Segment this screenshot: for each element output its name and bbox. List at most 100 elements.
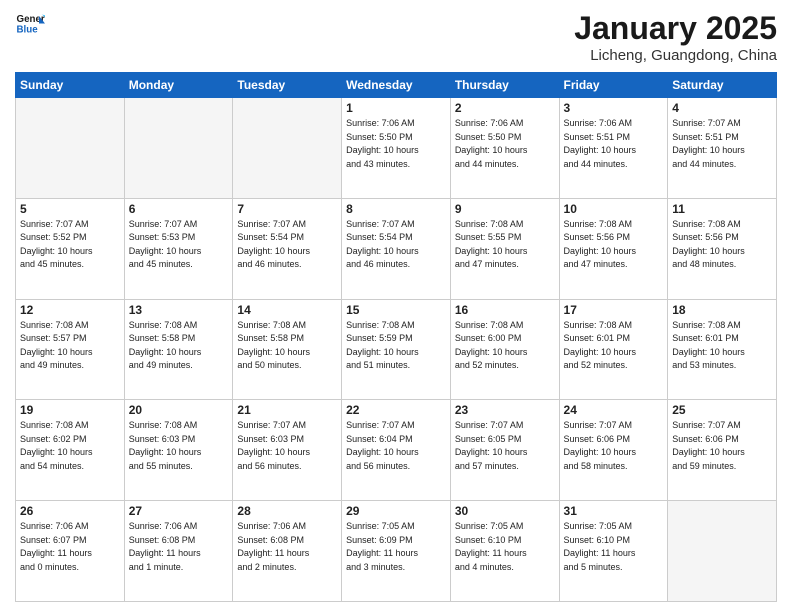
calendar-cell-w2-d4: 8 Sunrise: 7:07 AMSunset: 5:54 PMDaylight… bbox=[342, 198, 451, 299]
day-number: 12 bbox=[20, 303, 120, 317]
calendar-cell-w3-d4: 15Sunrise: 7:08 AMSunset: 5:59 PMDayligh… bbox=[342, 299, 451, 400]
day-number: 27 bbox=[129, 504, 229, 518]
header-saturday: Saturday bbox=[668, 73, 777, 98]
calendar-cell-w4-d5: 23 Sunrise: 7:07 AMSunset: 6:05 PMDayligh… bbox=[450, 400, 559, 501]
day-info: Sunrise: 7:07 AMSunset: 5:52 PMDaylight:… bbox=[20, 218, 120, 272]
day-info: Sunrise: 7:08 AMSunset: 5:55 PMDaylight:… bbox=[455, 218, 555, 272]
logo: General Blue bbox=[15, 10, 45, 40]
day-number: 9 bbox=[455, 202, 555, 216]
location: Licheng, Guangdong, China bbox=[574, 47, 777, 64]
day-info: Sunrise: 7:08 AMSunset: 6:00 PMDaylight:… bbox=[455, 319, 555, 373]
calendar-cell-w4-d6: 24 Sunrise: 7:07 AMSunset: 6:06 PMDayligh… bbox=[559, 400, 668, 501]
day-number: 19 bbox=[20, 403, 120, 417]
calendar-cell-w4-d2: 20 Sunrise: 7:08 AMSunset: 6:03 PMDayligh… bbox=[124, 400, 233, 501]
weekday-header-row: Sunday Monday Tuesday Wednesday Thursday… bbox=[16, 73, 777, 98]
page: General Blue January 2025 Licheng, Guang… bbox=[0, 0, 792, 612]
day-info: Sunrise: 7:06 AMSunset: 5:50 PMDaylight:… bbox=[455, 117, 555, 171]
day-number: 24 bbox=[564, 403, 664, 417]
day-info: Sunrise: 7:07 AMSunset: 6:06 PMDaylight:… bbox=[564, 419, 664, 473]
calendar-cell-w4-d3: 21 Sunrise: 7:07 AMSunset: 6:03 PMDayligh… bbox=[233, 400, 342, 501]
calendar-cell-w2-d5: 9 Sunrise: 7:08 AMSunset: 5:55 PMDaylight… bbox=[450, 198, 559, 299]
calendar-cell-w1-d3 bbox=[233, 98, 342, 199]
calendar-table: Sunday Monday Tuesday Wednesday Thursday… bbox=[15, 72, 777, 602]
day-info: Sunrise: 7:08 AMSunset: 5:58 PMDaylight:… bbox=[237, 319, 337, 373]
day-info: Sunrise: 7:07 AMSunset: 6:04 PMDaylight:… bbox=[346, 419, 446, 473]
calendar-cell-w3-d6: 17Sunrise: 7:08 AMSunset: 6:01 PMDayligh… bbox=[559, 299, 668, 400]
logo-icon: General Blue bbox=[15, 10, 45, 40]
day-info: Sunrise: 7:08 AMSunset: 6:02 PMDaylight:… bbox=[20, 419, 120, 473]
day-number: 4 bbox=[672, 101, 772, 115]
day-number: 6 bbox=[129, 202, 229, 216]
calendar-cell-w2-d7: 11 Sunrise: 7:08 AMSunset: 5:56 PMDayligh… bbox=[668, 198, 777, 299]
day-info: Sunrise: 7:08 AMSunset: 5:58 PMDaylight:… bbox=[129, 319, 229, 373]
calendar-cell-w2-d2: 6 Sunrise: 7:07 AMSunset: 5:53 PMDaylight… bbox=[124, 198, 233, 299]
svg-text:Blue: Blue bbox=[17, 25, 39, 36]
day-number: 20 bbox=[129, 403, 229, 417]
calendar-cell-w5-d3: 28 Sunrise: 7:06 AMSunset: 6:08 PMDayligh… bbox=[233, 501, 342, 602]
day-info: Sunrise: 7:08 AMSunset: 6:03 PMDaylight:… bbox=[129, 419, 229, 473]
calendar-cell-w1-d6: 3Sunrise: 7:06 AMSunset: 5:51 PMDaylight… bbox=[559, 98, 668, 199]
day-info: Sunrise: 7:07 AMSunset: 5:54 PMDaylight:… bbox=[237, 218, 337, 272]
header-wednesday: Wednesday bbox=[342, 73, 451, 98]
day-number: 7 bbox=[237, 202, 337, 216]
day-info: Sunrise: 7:06 AMSunset: 6:08 PMDaylight:… bbox=[237, 520, 337, 574]
day-info: Sunrise: 7:05 AMSunset: 6:10 PMDaylight:… bbox=[564, 520, 664, 574]
header-monday: Monday bbox=[124, 73, 233, 98]
calendar-cell-w3-d2: 13 Sunrise: 7:08 AMSunset: 5:58 PMDayligh… bbox=[124, 299, 233, 400]
calendar-cell-w5-d7 bbox=[668, 501, 777, 602]
calendar-cell-w3-d7: 18 Sunrise: 7:08 AMSunset: 6:01 PMDayligh… bbox=[668, 299, 777, 400]
calendar-cell-w5-d4: 29Sunrise: 7:05 AMSunset: 6:09 PMDayligh… bbox=[342, 501, 451, 602]
week-row-3: 12 Sunrise: 7:08 AMSunset: 5:57 PMDayligh… bbox=[16, 299, 777, 400]
calendar-cell-w4-d4: 22 Sunrise: 7:07 AMSunset: 6:04 PMDayligh… bbox=[342, 400, 451, 501]
calendar-cell-w4-d1: 19 Sunrise: 7:08 AMSunset: 6:02 PMDayligh… bbox=[16, 400, 125, 501]
header-tuesday: Tuesday bbox=[233, 73, 342, 98]
day-info: Sunrise: 7:08 AMSunset: 6:01 PMDaylight:… bbox=[672, 319, 772, 373]
day-number: 8 bbox=[346, 202, 446, 216]
day-info: Sunrise: 7:08 AMSunset: 6:01 PMDaylight:… bbox=[564, 319, 664, 373]
day-info: Sunrise: 7:07 AMSunset: 5:54 PMDaylight:… bbox=[346, 218, 446, 272]
day-number: 23 bbox=[455, 403, 555, 417]
day-number: 31 bbox=[564, 504, 664, 518]
day-info: Sunrise: 7:07 AMSunset: 5:53 PMDaylight:… bbox=[129, 218, 229, 272]
week-row-4: 19 Sunrise: 7:08 AMSunset: 6:02 PMDayligh… bbox=[16, 400, 777, 501]
day-number: 3 bbox=[564, 101, 664, 115]
header: General Blue January 2025 Licheng, Guang… bbox=[15, 10, 777, 64]
day-info: Sunrise: 7:07 AMSunset: 5:51 PMDaylight:… bbox=[672, 117, 772, 171]
day-info: Sunrise: 7:06 AMSunset: 6:08 PMDaylight:… bbox=[129, 520, 229, 574]
calendar-cell-w5-d6: 31 Sunrise: 7:05 AMSunset: 6:10 PMDayligh… bbox=[559, 501, 668, 602]
day-number: 25 bbox=[672, 403, 772, 417]
day-info: Sunrise: 7:07 AMSunset: 6:03 PMDaylight:… bbox=[237, 419, 337, 473]
week-row-1: 1Sunrise: 7:06 AMSunset: 5:50 PMDaylight… bbox=[16, 98, 777, 199]
day-number: 29 bbox=[346, 504, 446, 518]
day-number: 2 bbox=[455, 101, 555, 115]
day-number: 22 bbox=[346, 403, 446, 417]
calendar-cell-w1-d7: 4 Sunrise: 7:07 AMSunset: 5:51 PMDaylight… bbox=[668, 98, 777, 199]
calendar-cell-w3-d5: 16Sunrise: 7:08 AMSunset: 6:00 PMDayligh… bbox=[450, 299, 559, 400]
calendar-cell-w2-d3: 7 Sunrise: 7:07 AMSunset: 5:54 PMDaylight… bbox=[233, 198, 342, 299]
day-number: 10 bbox=[564, 202, 664, 216]
day-number: 11 bbox=[672, 202, 772, 216]
calendar-cell-w1-d1 bbox=[16, 98, 125, 199]
day-info: Sunrise: 7:07 AMSunset: 6:05 PMDaylight:… bbox=[455, 419, 555, 473]
calendar-cell-w2-d6: 10 Sunrise: 7:08 AMSunset: 5:56 PMDayligh… bbox=[559, 198, 668, 299]
day-number: 28 bbox=[237, 504, 337, 518]
day-number: 26 bbox=[20, 504, 120, 518]
day-info: Sunrise: 7:08 AMSunset: 5:56 PMDaylight:… bbox=[564, 218, 664, 272]
day-number: 13 bbox=[129, 303, 229, 317]
day-info: Sunrise: 7:08 AMSunset: 5:57 PMDaylight:… bbox=[20, 319, 120, 373]
day-number: 21 bbox=[237, 403, 337, 417]
header-thursday: Thursday bbox=[450, 73, 559, 98]
day-info: Sunrise: 7:08 AMSunset: 5:56 PMDaylight:… bbox=[672, 218, 772, 272]
calendar-cell-w5-d1: 26Sunrise: 7:06 AMSunset: 6:07 PMDayligh… bbox=[16, 501, 125, 602]
calendar-cell-w3-d3: 14 Sunrise: 7:08 AMSunset: 5:58 PMDayligh… bbox=[233, 299, 342, 400]
day-info: Sunrise: 7:06 AMSunset: 5:50 PMDaylight:… bbox=[346, 117, 446, 171]
day-number: 14 bbox=[237, 303, 337, 317]
header-friday: Friday bbox=[559, 73, 668, 98]
week-row-5: 26Sunrise: 7:06 AMSunset: 6:07 PMDayligh… bbox=[16, 501, 777, 602]
calendar-cell-w1-d5: 2 Sunrise: 7:06 AMSunset: 5:50 PMDaylight… bbox=[450, 98, 559, 199]
calendar-cell-w5-d2: 27 Sunrise: 7:06 AMSunset: 6:08 PMDayligh… bbox=[124, 501, 233, 602]
day-number: 18 bbox=[672, 303, 772, 317]
day-number: 30 bbox=[455, 504, 555, 518]
month-title: January 2025 bbox=[574, 10, 777, 47]
calendar-cell-w1-d2 bbox=[124, 98, 233, 199]
